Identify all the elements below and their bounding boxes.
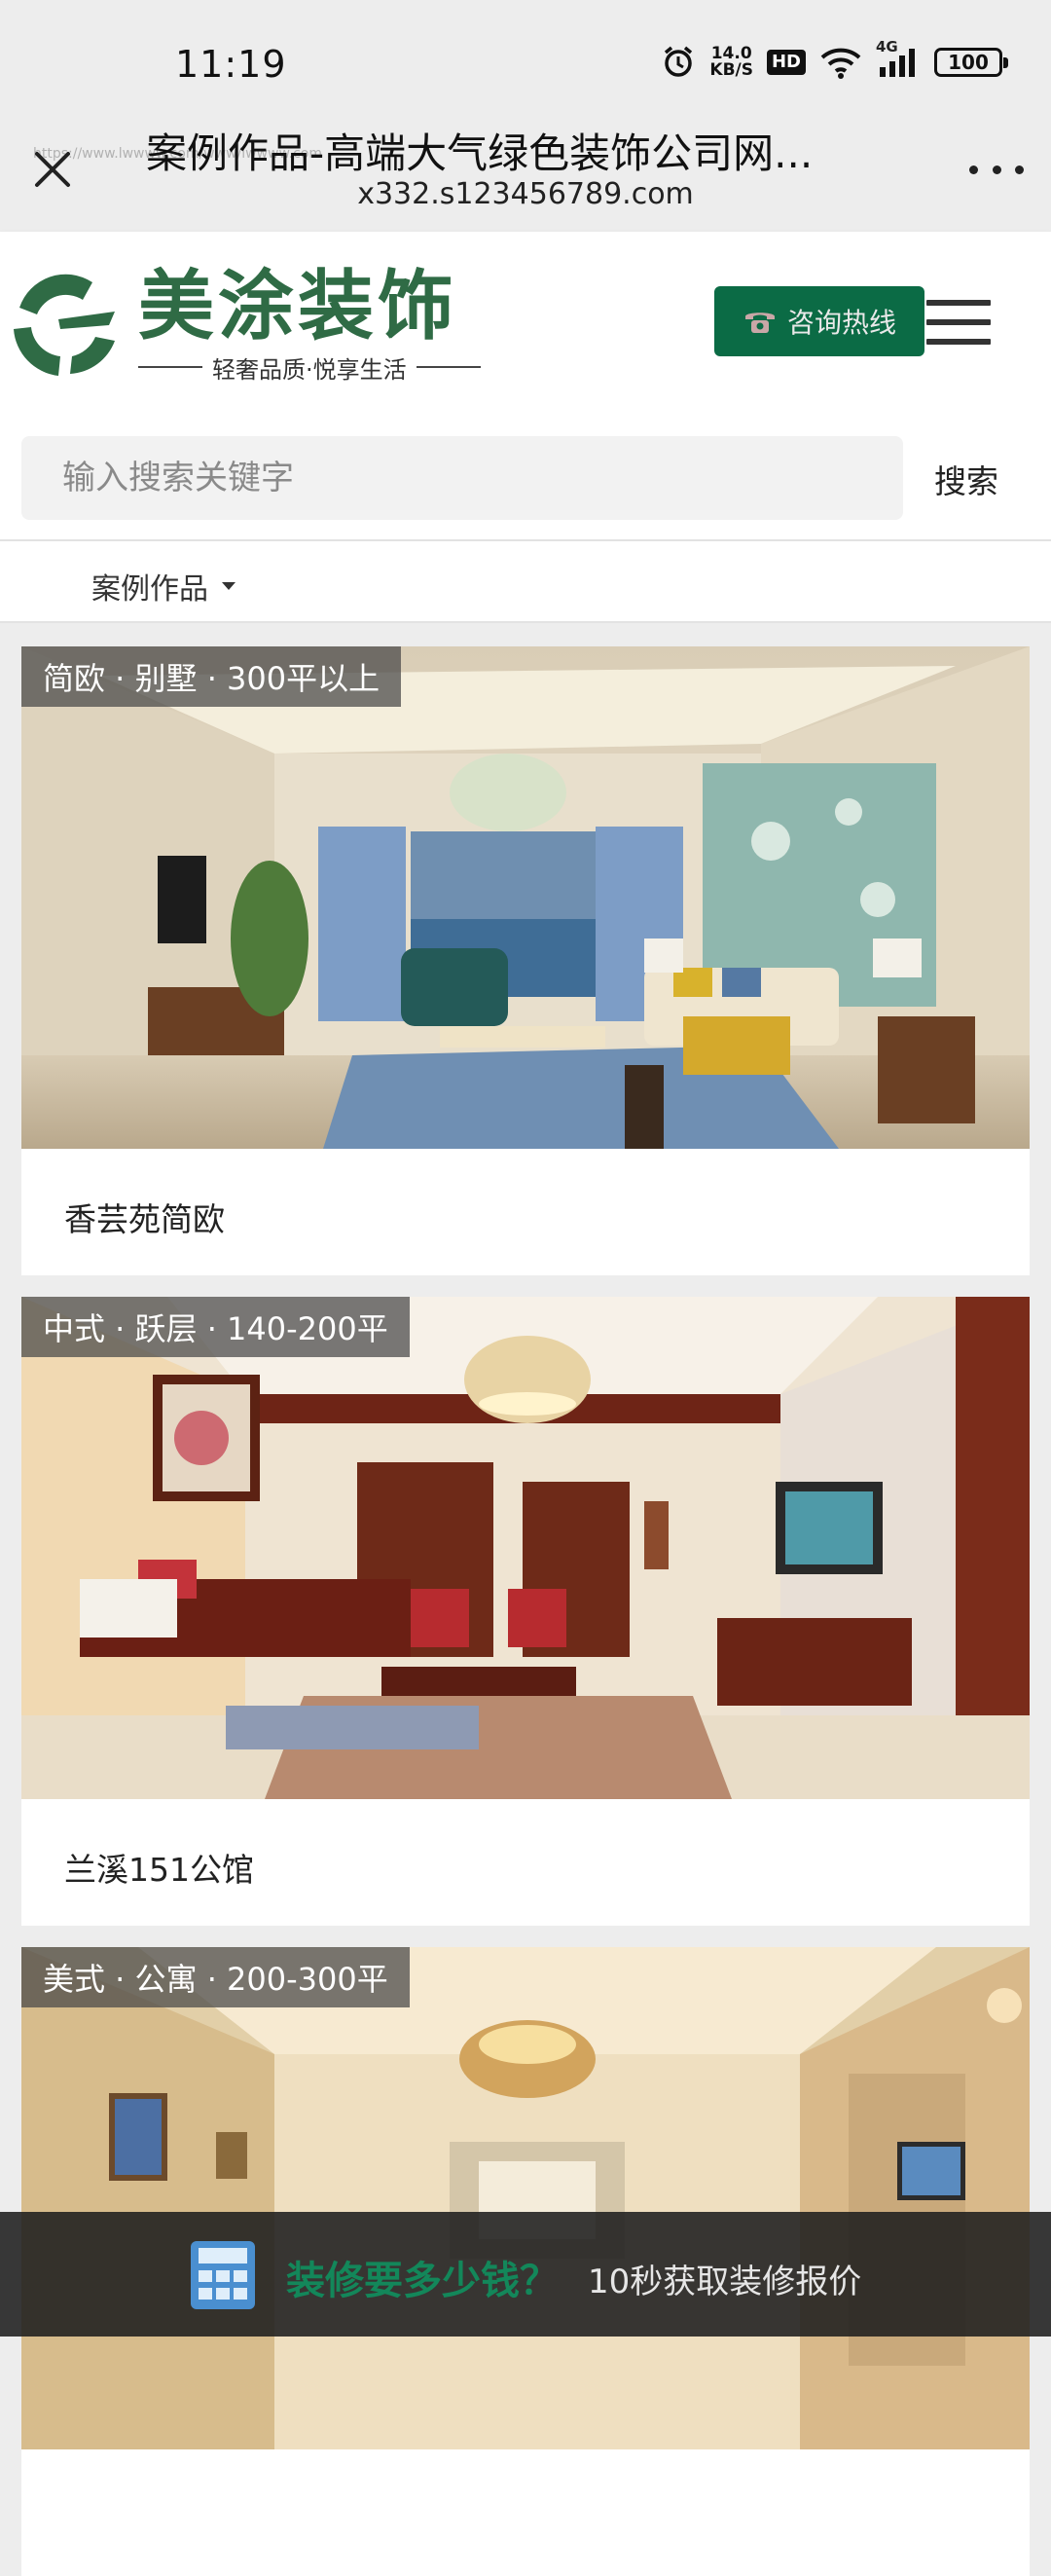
banner-subtitle: 10秒获取装修报价 (588, 2263, 862, 2301)
cellular-signal-icon: 4G (876, 38, 921, 79)
case-photo: 中式 · 跃层 · 140-200平 (21, 1297, 1030, 1799)
category-dropdown[interactable]: 案例作品 (91, 565, 236, 607)
close-icon (35, 152, 70, 187)
banner-title: 装修要多少钱？ (286, 2259, 559, 2303)
slogan-divider (416, 366, 481, 368)
menu-bar-icon (926, 300, 991, 306)
menu-button[interactable] (926, 300, 991, 345)
more-dot-icon (969, 165, 978, 174)
network-speed: 14.0 KB/S (709, 46, 753, 79)
network-type: 4G (876, 38, 898, 55)
logo-slogan: 轻奢品质·悦享生活 (212, 355, 407, 384)
phone-icon (744, 313, 775, 333)
logo-name: 美涂装饰 (138, 262, 458, 350)
search-row: 搜索 (0, 413, 1051, 539)
alarm-icon (661, 45, 696, 80)
case-title[interactable]: 兰溪151公馆 (64, 1844, 254, 1891)
status-time: 11:19 (175, 43, 287, 86)
battery-indicator: 100 (934, 48, 1008, 77)
hotline-label: 咨询热线 (786, 307, 896, 339)
category-filter-row: 案例作品 (0, 539, 1051, 623)
wifi-icon (819, 46, 862, 79)
hotline-button[interactable]: 咨询热线 (714, 286, 924, 356)
calculator-icon (191, 2241, 255, 2309)
living-room-photo (21, 646, 1030, 1149)
page-title: 案例作品-高端大气绿色装饰公司网... (146, 129, 814, 177)
menu-bar-icon (926, 339, 991, 345)
case-tag: 简欧 · 别墅 · 300平以上 (21, 646, 402, 707)
living-room-photo (21, 1297, 1030, 1799)
browser-title-bar: https://www.lwwww.com/www/lwwww.com 案例作品… (0, 107, 1051, 232)
slogan-divider (138, 366, 202, 368)
living-room-photo (21, 1947, 1030, 2449)
case-card[interactable]: 中式 · 跃层 · 140-200平 兰溪151公馆 (21, 1297, 1030, 1926)
more-options-button[interactable] (969, 156, 1024, 183)
more-dot-icon (1015, 165, 1024, 174)
menu-bar-icon (926, 319, 991, 325)
logo-text: 美涂装饰 轻奢品质·悦享生活 (138, 265, 481, 385)
hd-badge: HD (766, 50, 806, 75)
case-title[interactable]: 香芸苑简欧 (64, 1194, 225, 1240)
caret-down-icon (222, 582, 236, 590)
quote-banner[interactable]: 装修要多少钱？ 10秒获取装修报价 (0, 2212, 1051, 2337)
case-photo: 美式 · 公寓 · 200-300平 (21, 1947, 1030, 2449)
search-input[interactable] (21, 436, 903, 520)
status-icons: 14.0 KB/S HD 4G 100 (661, 38, 1008, 80)
case-photo: 简欧 · 别墅 · 300平以上 (21, 646, 1030, 1149)
logo-mark-icon (14, 274, 115, 376)
site-logo[interactable]: 美涂装饰 轻奢品质·悦享生活 (0, 261, 481, 387)
close-button[interactable] (27, 144, 78, 195)
site-header: 美涂装饰 轻奢品质·悦享生活 咨询热线 (0, 232, 1051, 413)
case-tag: 中式 · 跃层 · 140-200平 (21, 1297, 410, 1357)
search-button[interactable]: 搜索 (934, 456, 998, 502)
case-tag: 美式 · 公寓 · 200-300平 (21, 1947, 410, 2007)
logo-slogan-row: 轻奢品质·悦享生活 (138, 350, 481, 385)
network-speed-unit: KB/S (709, 60, 753, 80)
more-dot-icon (992, 165, 1001, 174)
page-url: x332.s123456789.com (357, 177, 694, 211)
case-card[interactable]: 简欧 · 别墅 · 300平以上 香芸苑简欧 (21, 646, 1030, 1275)
category-dropdown-label: 案例作品 (91, 572, 208, 607)
